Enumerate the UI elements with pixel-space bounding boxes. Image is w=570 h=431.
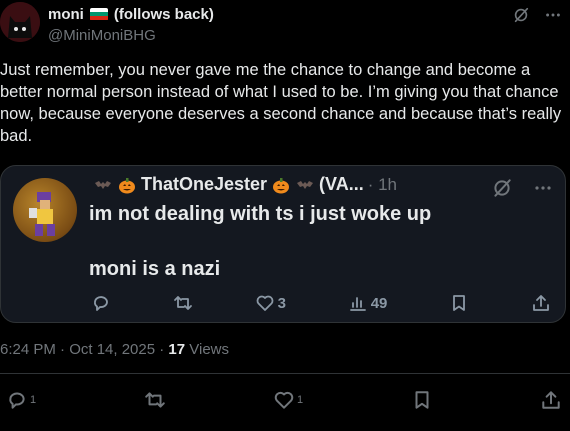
- grok-icon[interactable]: [512, 6, 530, 24]
- reply-icon: [9, 392, 25, 409]
- retweet-button[interactable]: [144, 389, 166, 411]
- post-top-actions: [512, 6, 562, 24]
- like-button[interactable]: 1: [273, 389, 303, 411]
- share-icon: [533, 295, 549, 311]
- quote-like-count: 3: [277, 294, 286, 312]
- bat-emoji: [295, 175, 315, 195]
- quote-text-line1: im not dealing with ts i just woke up: [89, 203, 432, 225]
- post-text: Just remember, you never gave me the cha…: [0, 61, 562, 145]
- follows-back-label: (follows back): [113, 5, 214, 23]
- grok-icon[interactable]: [491, 177, 513, 204]
- pumpkin-emoji: [271, 175, 291, 195]
- author-name[interactable]: moni: [48, 6, 84, 23]
- post-header: moni (follows back) @MiniMoniBHG: [48, 5, 214, 45]
- quote-retweet-button[interactable]: [173, 293, 193, 313]
- quote-views-count: 49: [370, 294, 388, 312]
- divider: [0, 373, 570, 374]
- more-icon[interactable]: [544, 6, 562, 24]
- quote-like-button[interactable]: 3: [255, 293, 286, 313]
- bookmark-icon: [453, 295, 466, 311]
- quote-text-line2: moni is a nazi: [89, 258, 221, 280]
- retweet-icon: [173, 296, 192, 310]
- pumpkin-emoji: [117, 175, 137, 195]
- retweet-icon: [144, 392, 165, 408]
- views-icon: [349, 297, 366, 311]
- author-handle[interactable]: @MiniMoniBHG: [48, 27, 214, 44]
- like-icon: [274, 391, 294, 409]
- views-count: 17: [168, 341, 186, 358]
- bulgaria-flag-icon: [89, 7, 108, 21]
- like-count: 1: [297, 394, 304, 406]
- bat-emoji: [93, 175, 113, 195]
- quote-author-line[interactable]: ThatOneJester (VA... · 1h: [93, 174, 397, 195]
- quote-share-button[interactable]: [531, 293, 551, 313]
- quote-time[interactable]: · 1h: [368, 175, 397, 195]
- share-button[interactable]: [540, 389, 562, 411]
- bookmark-button[interactable]: [411, 389, 433, 411]
- bookmark-icon: [415, 391, 429, 409]
- more-icon[interactable]: [533, 178, 553, 203]
- share-icon: [542, 391, 560, 409]
- quote-action-bar: 3 49: [91, 293, 551, 313]
- author-avatar[interactable]: [0, 2, 40, 42]
- post-action-bar: 1 1: [6, 389, 562, 411]
- views-label: Views: [185, 341, 230, 358]
- post-timestamp[interactable]: 6:24 PM · Oct 14, 2025 ·: [0, 341, 168, 358]
- reply-count: 1: [30, 394, 37, 406]
- quote-author-name[interactable]: ThatOneJester: [141, 174, 267, 195]
- reply-icon: [94, 296, 108, 311]
- quote-reply-button[interactable]: [91, 293, 111, 313]
- quote-author-suffix: (VA...: [319, 174, 364, 194]
- quoted-post[interactable]: ThatOneJester (VA... · 1h im not dealing…: [0, 165, 566, 323]
- quote-top-actions: [491, 177, 553, 204]
- quote-views-button[interactable]: 49: [348, 293, 388, 313]
- quote-author-avatar[interactable]: [13, 178, 77, 242]
- reply-button[interactable]: 1: [6, 389, 36, 411]
- like-icon: [256, 295, 273, 311]
- post-meta: 6:24 PM · Oct 14, 2025 · 17 Views: [0, 341, 229, 358]
- quote-bookmark-button[interactable]: [449, 293, 469, 313]
